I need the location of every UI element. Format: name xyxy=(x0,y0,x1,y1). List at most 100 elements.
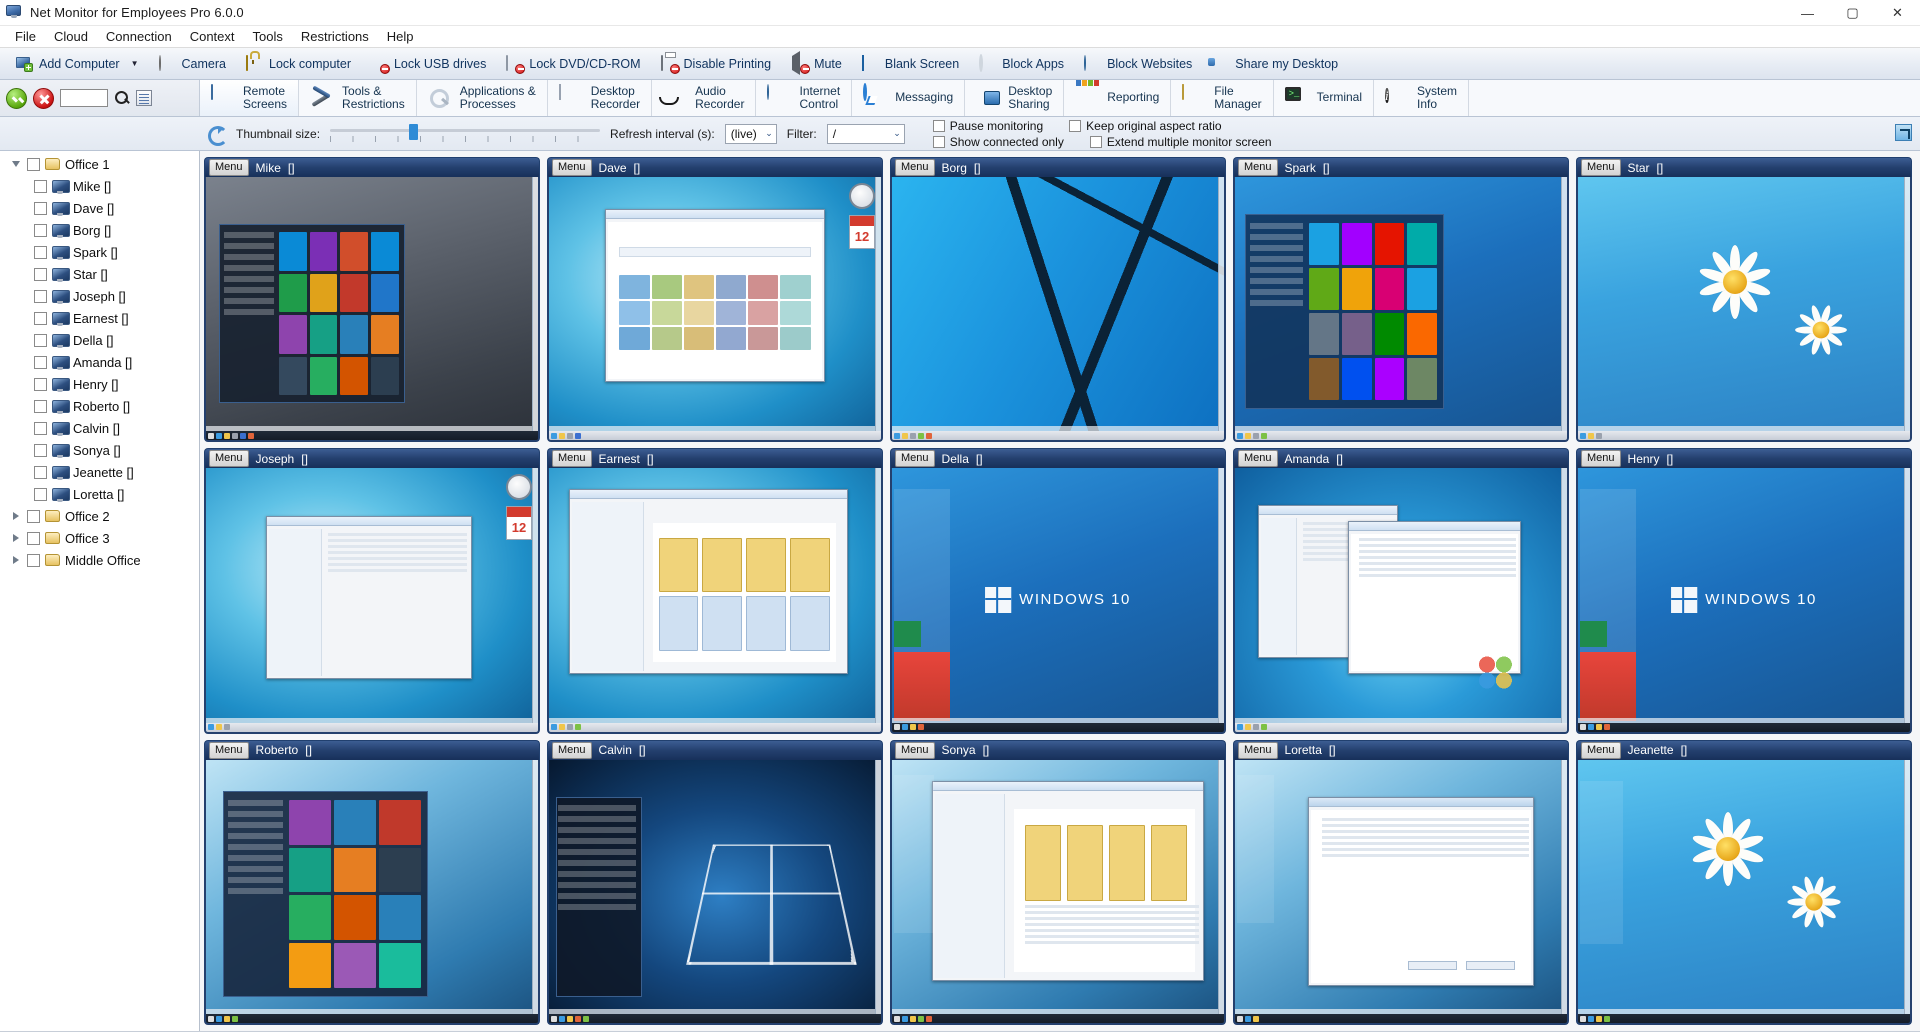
tab-terminal[interactable]: >_ Terminal xyxy=(1274,80,1374,116)
tree-item-earnest[interactable]: Earnest [] xyxy=(0,307,199,329)
tree-checkbox[interactable] xyxy=(34,290,47,303)
thumbnail-tile[interactable]: Menu Roberto [] xyxy=(204,740,540,1025)
tile-screen[interactable]: 12 xyxy=(547,177,883,442)
tile-menu-button[interactable]: Menu xyxy=(552,159,592,176)
refresh-interval-select[interactable]: (live) ⌄ xyxy=(725,124,777,144)
expand-icon[interactable] xyxy=(1895,124,1912,141)
tile-screen[interactable]: WINDOWS 10 xyxy=(890,468,1226,733)
tree-item-joseph[interactable]: Joseph [] xyxy=(0,285,199,307)
checkbox-keep-aspect-ratio[interactable]: Keep original aspect ratio xyxy=(1069,119,1221,133)
menu-item-context[interactable]: Context xyxy=(181,27,244,46)
tree-checkbox[interactable] xyxy=(34,444,47,457)
tab-system-info[interactable]: i SystemInfo xyxy=(1374,80,1469,116)
tree-item-star[interactable]: Star [] xyxy=(0,263,199,285)
menu-item-cloud[interactable]: Cloud xyxy=(45,27,97,46)
tree-checkbox[interactable] xyxy=(34,356,47,369)
checkbox-box[interactable] xyxy=(933,120,945,132)
checkbox-box[interactable] xyxy=(1090,136,1102,148)
toolbar-block-apps[interactable]: Block Apps xyxy=(969,50,1074,78)
toolbar-add-computer[interactable]: Add Computer ▼ xyxy=(6,50,149,78)
thumbnail-tile[interactable]: Menu Jeanette [] xyxy=(1576,740,1912,1025)
tab-reporting[interactable]: Reporting xyxy=(1064,80,1171,116)
tree-checkbox[interactable] xyxy=(34,268,47,281)
checkbox-extend-multiple-monitor[interactable]: Extend multiple monitor screen xyxy=(1090,135,1272,149)
thumbnail-tile[interactable]: Menu Earnest [] xyxy=(547,448,883,733)
tree-checkbox[interactable] xyxy=(27,554,40,567)
toolbar-mute[interactable]: Mute xyxy=(781,50,852,78)
tile-screen[interactable] xyxy=(1233,760,1569,1025)
tile-menu-button[interactable]: Menu xyxy=(895,450,935,467)
toolbar-share-desktop[interactable]: Share my Desktop xyxy=(1202,50,1348,78)
tile-screen[interactable] xyxy=(1576,760,1912,1025)
tile-screen[interactable]: WINDOWS 10 xyxy=(1576,468,1912,733)
tree-item-roberto[interactable]: Roberto [] xyxy=(0,395,199,417)
tree-group-office-3[interactable]: Office 3 xyxy=(0,527,199,549)
tile-menu-button[interactable]: Menu xyxy=(1581,450,1621,467)
tree-item-amanda[interactable]: Amanda [] xyxy=(0,351,199,373)
thumbnail-tile[interactable]: Menu Star [] xyxy=(1576,157,1912,442)
tree-item-borg[interactable]: Borg [] xyxy=(0,219,199,241)
tree-item-sonya[interactable]: Sonya [] xyxy=(0,439,199,461)
search-input[interactable] xyxy=(60,89,108,107)
tree-checkbox[interactable] xyxy=(34,202,47,215)
tile-menu-button[interactable]: Menu xyxy=(209,159,249,176)
checkbox-box[interactable] xyxy=(933,136,945,148)
tree-checkbox[interactable] xyxy=(34,422,47,435)
menu-item-file[interactable]: File xyxy=(6,27,45,46)
tab-internet-control[interactable]: InternetControl xyxy=(756,80,852,116)
checkbox-show-connected-only[interactable]: Show connected only xyxy=(933,135,1064,149)
toolbar-lock-computer[interactable]: Lock computer xyxy=(236,50,361,78)
green-check-icon[interactable] xyxy=(6,88,27,109)
refresh-icon[interactable] xyxy=(206,125,226,143)
thumbnail-tile[interactable]: Menu Sonya [] xyxy=(890,740,1226,1025)
filter-select[interactable]: / ⌄ xyxy=(827,124,905,144)
thumbnail-tile[interactable]: Menu Loretta [] xyxy=(1233,740,1569,1025)
menu-item-tools[interactable]: Tools xyxy=(244,27,292,46)
tree-checkbox[interactable] xyxy=(34,466,47,479)
tree-checkbox[interactable] xyxy=(34,400,47,413)
menu-item-restrictions[interactable]: Restrictions xyxy=(292,27,378,46)
tile-menu-button[interactable]: Menu xyxy=(1238,159,1278,176)
tab-audio-recorder[interactable]: AudioRecorder xyxy=(652,80,756,116)
expand-arrow-icon[interactable] xyxy=(10,512,22,520)
tile-screen[interactable] xyxy=(890,177,1226,442)
menu-item-help[interactable]: Help xyxy=(378,27,423,46)
notepad-icon[interactable] xyxy=(136,90,152,106)
thumbnail-tile[interactable]: Menu Dave [] xyxy=(547,157,883,442)
tree-item-spark[interactable]: Spark [] xyxy=(0,241,199,263)
checkbox-pause-monitoring[interactable]: Pause monitoring xyxy=(933,119,1043,133)
tab-applications-processes[interactable]: Applications &Processes xyxy=(417,80,548,116)
tile-menu-button[interactable]: Menu xyxy=(552,742,592,759)
thumbnail-tile[interactable]: Menu Mike [] xyxy=(204,157,540,442)
slider-knob[interactable] xyxy=(409,124,418,140)
chevron-down-icon[interactable]: ▼ xyxy=(131,59,139,68)
toolbar-lock-dvd[interactable]: Lock DVD/CD-ROM xyxy=(496,50,650,78)
tree-item-dave[interactable]: Dave [] xyxy=(0,197,199,219)
tile-menu-button[interactable]: Menu xyxy=(552,450,592,467)
tree-item-della[interactable]: Della [] xyxy=(0,329,199,351)
tree-checkbox[interactable] xyxy=(27,510,40,523)
expand-arrow-icon[interactable] xyxy=(10,556,22,564)
tree-item-henry[interactable]: Henry [] xyxy=(0,373,199,395)
maximize-button[interactable]: ▢ xyxy=(1830,0,1875,26)
checkbox-box[interactable] xyxy=(1069,120,1081,132)
tree-checkbox[interactable] xyxy=(34,312,47,325)
thumbnail-size-slider[interactable] xyxy=(330,124,600,144)
minimize-button[interactable]: — xyxy=(1785,0,1830,26)
tile-screen[interactable] xyxy=(204,760,540,1025)
tile-menu-button[interactable]: Menu xyxy=(209,742,249,759)
tree-item-calvin[interactable]: Calvin [] xyxy=(0,417,199,439)
tree-checkbox[interactable] xyxy=(34,334,47,347)
toolbar-lock-usb[interactable]: Lock USB drives xyxy=(361,50,496,78)
thumbnail-tile[interactable]: Menu Amanda [] xyxy=(1233,448,1569,733)
tile-menu-button[interactable]: Menu xyxy=(895,742,935,759)
tab-tools-restrictions[interactable]: Tools &Restrictions xyxy=(299,80,417,116)
thumbnail-tile[interactable]: Menu Borg [] xyxy=(890,157,1226,442)
tile-screen[interactable] xyxy=(547,468,883,733)
close-button[interactable]: ✕ xyxy=(1875,0,1920,26)
tree-group-office-2[interactable]: Office 2 xyxy=(0,505,199,527)
tile-screen[interactable] xyxy=(1233,468,1569,733)
tab-remote-screens[interactable]: RemoteScreens xyxy=(200,80,299,116)
tile-menu-button[interactable]: Menu xyxy=(1581,742,1621,759)
tile-screen[interactable] xyxy=(890,760,1226,1025)
